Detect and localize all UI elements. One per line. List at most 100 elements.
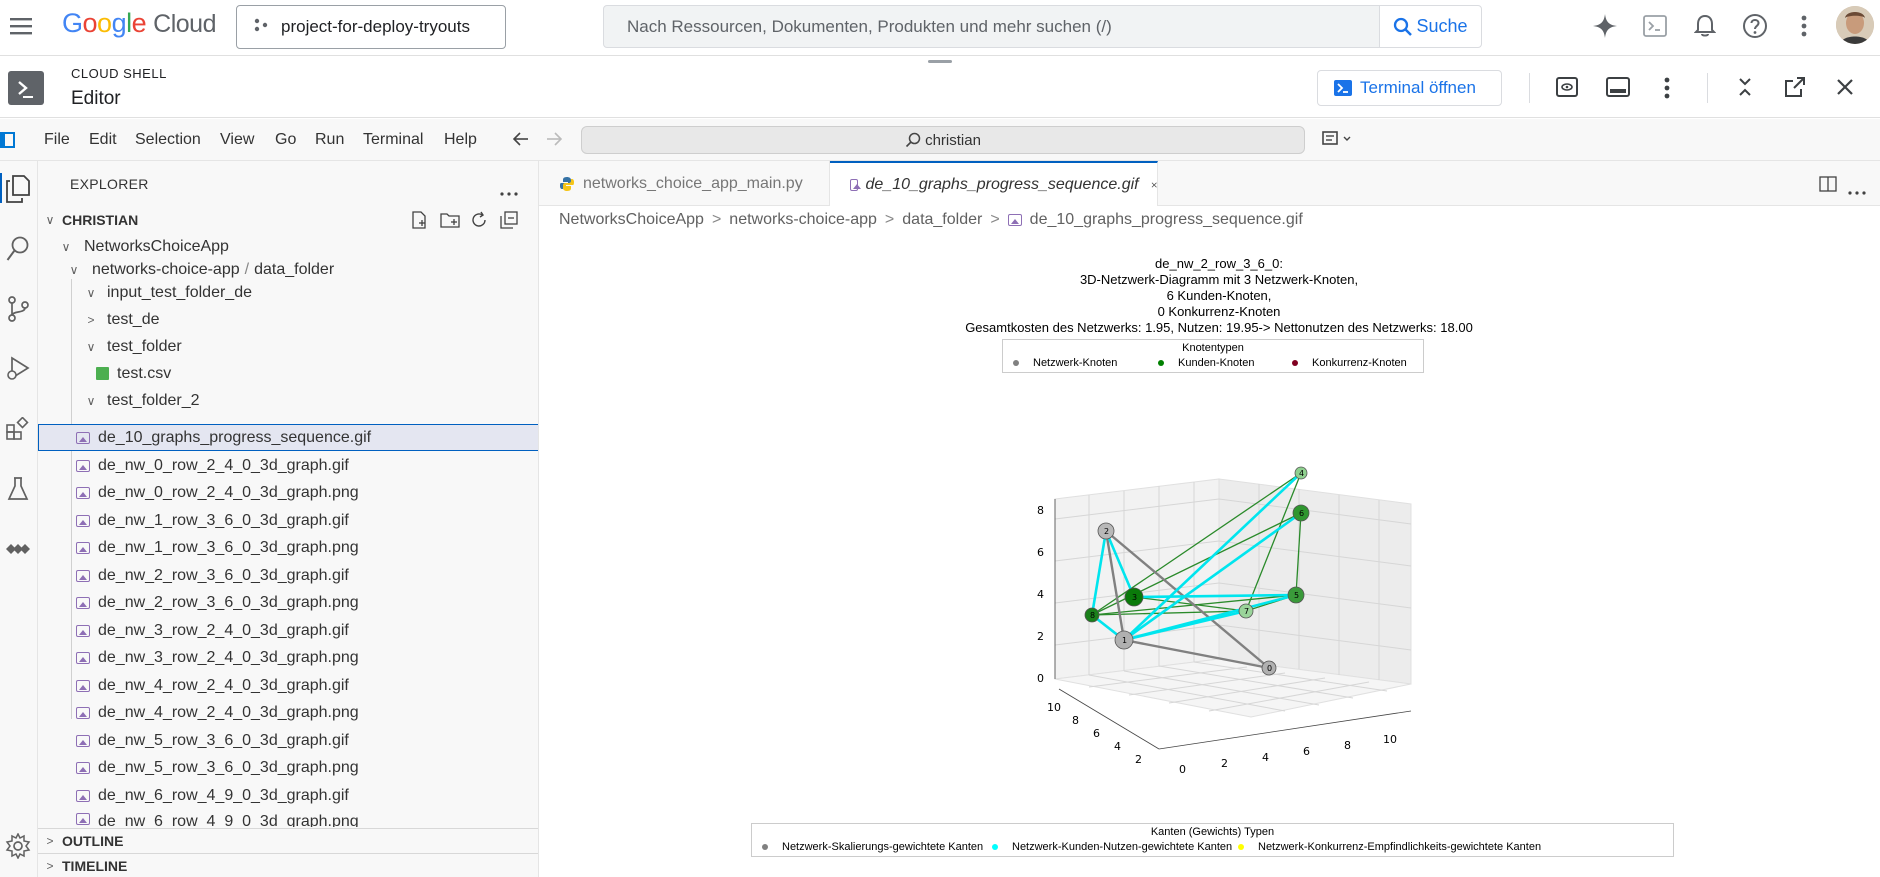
layout-icon[interactable]	[1606, 77, 1630, 102]
menu-selection[interactable]: Selection	[135, 131, 201, 149]
folder-test-folder[interactable]: ∨ test_folder	[38, 333, 538, 360]
file-row[interactable]: de_nw_1_row_3_6_0_3d_graph.png	[38, 534, 538, 561]
divider	[1529, 73, 1530, 103]
menu-go[interactable]: Go	[275, 131, 296, 149]
file-row[interactable]: de_nw_6_row_4_9_0_3d_graph.gif	[38, 782, 538, 809]
breadcrumb-item[interactable]: data_folder	[902, 211, 982, 229]
folder-test-de[interactable]: > test_de	[38, 306, 538, 333]
notifications-icon[interactable]	[1691, 12, 1719, 40]
outline-section[interactable]: > OUTLINE	[38, 829, 538, 853]
legend-marker	[1238, 844, 1244, 850]
menu-terminal[interactable]: Terminal	[363, 131, 423, 149]
copilot-icon[interactable]	[1322, 130, 1356, 153]
editor-more-icon[interactable]	[1848, 182, 1866, 200]
source-control-icon[interactable]	[3, 294, 33, 324]
breadcrumb-item[interactable]: NetworksChoiceApp	[559, 211, 704, 229]
user-avatar[interactable]	[1836, 6, 1874, 44]
python-file-icon	[560, 176, 574, 191]
file-label: de_10_graphs_progress_sequence.gif	[98, 428, 372, 446]
tab-networks-choice-app-main-py[interactable]: networks_choice_app_main.py	[539, 161, 830, 206]
file-row[interactable]: de_nw_2_row_3_6_0_3d_graph.png	[38, 589, 538, 616]
plot-title-line: 6 Kunden-Knoten,	[1166, 288, 1272, 303]
chevron-right-icon: >	[46, 858, 54, 873]
search-view-icon[interactable]	[3, 234, 33, 264]
refresh-icon[interactable]	[470, 211, 488, 234]
web-preview-icon[interactable]	[1556, 77, 1578, 102]
file-de-10-graphs-progress-sequence-gif[interactable]: de_10_graphs_progress_sequence.gif	[38, 424, 538, 451]
folder-input-test-folder-de[interactable]: ∨ input_test_folder_de	[38, 279, 538, 306]
forward-arrow-icon[interactable]	[546, 132, 563, 151]
file-test-csv[interactable]: test.csv	[38, 360, 538, 387]
file-row[interactable]: de_nw_5_row_3_6_0_3d_graph.png	[38, 754, 538, 781]
timeline-section[interactable]: > TIMELINE	[38, 854, 538, 877]
file-row[interactable]: de_nw_6_row_4_9_0_3d_graph.png	[38, 809, 538, 827]
activity-bar	[0, 161, 38, 877]
cloud-shell-terminal-icon	[8, 71, 44, 105]
file-row[interactable]: de_nw_0_row_2_4_0_3d_graph.png	[38, 479, 538, 506]
file-row[interactable]: de_nw_4_row_2_4_0_3d_graph.gif	[38, 672, 538, 699]
main-menu-icon[interactable]	[8, 13, 34, 39]
file-row[interactable]: de_nw_2_row_3_6_0_3d_graph.gif	[38, 562, 538, 589]
help-icon[interactable]	[1741, 12, 1769, 40]
file-row[interactable]: de_nw_0_row_2_4_0_3d_graph.gif	[38, 452, 538, 479]
file-row[interactable]: de_nw_3_row_2_4_0_3d_graph.gif	[38, 617, 538, 644]
command-center-search[interactable]: christian	[581, 126, 1305, 154]
project-picker-button[interactable]: project-for-deploy-tryouts	[236, 5, 506, 49]
new-file-icon[interactable]	[410, 211, 428, 234]
split-editor-icon[interactable]	[1819, 175, 1837, 198]
project-name: project-for-deploy-tryouts	[281, 17, 470, 36]
google-cloud-logo[interactable]: Google Cloud	[62, 8, 216, 39]
image-file-icon	[76, 459, 90, 472]
plot-title-line: 3D-Netzwerk-Diagramm mit 3 Netzwerk-Knot…	[1079, 272, 1359, 287]
gemini-sparkle-icon[interactable]	[1591, 12, 1619, 40]
legend-label: Konkurrenz-Knoten	[1312, 357, 1407, 369]
file-row[interactable]: de_nw_3_row_2_4_0_3d_graph.png	[38, 644, 538, 671]
csv-file-icon	[96, 367, 109, 380]
folder-test-folder-2[interactable]: ∨ test_folder_2	[38, 387, 538, 414]
y-tick-label: 2	[1135, 753, 1142, 766]
app-menu-icon[interactable]	[0, 131, 18, 149]
explorer-more-icon[interactable]	[500, 183, 518, 201]
search-button[interactable]: Suche	[1379, 5, 1482, 48]
y-tick-label: 6	[1093, 727, 1100, 740]
workspace-root-label: CHRISTIAN	[62, 211, 139, 228]
cloud-code-icon[interactable]	[3, 534, 33, 564]
file-row[interactable]: de_nw_4_row_2_4_0_3d_graph.png	[38, 699, 538, 726]
breadcrumb-item[interactable]: de_10_graphs_progress_sequence.gif	[1030, 211, 1303, 229]
explorer-files-icon[interactable]	[3, 174, 33, 204]
search-input[interactable]: Nach Ressourcen, Dokumenten, Produkten u…	[603, 5, 1383, 48]
folder-label: test_folder_2	[107, 391, 200, 409]
testing-flask-icon[interactable]	[3, 474, 33, 504]
folder-label: networks-choice-app	[92, 260, 240, 278]
legend-title: Kanten (Gewichts) Typen	[1150, 826, 1275, 838]
workspace-root-row[interactable]: ∨ CHRISTIAN	[38, 206, 538, 233]
cloud-shell-icon[interactable]	[1641, 12, 1669, 40]
run-debug-icon[interactable]	[3, 354, 33, 384]
breadcrumb-item[interactable]: networks-choice-app	[729, 211, 877, 229]
open-new-window-icon[interactable]	[1785, 77, 1805, 102]
menu-view[interactable]: View	[220, 131, 254, 149]
open-terminal-button[interactable]: Terminal öffnen	[1317, 70, 1502, 106]
legend-entry: Konkurrenz-Knoten	[1292, 357, 1407, 369]
settings-gear-icon[interactable]	[3, 831, 33, 861]
minimize-icon[interactable]	[1735, 77, 1755, 102]
menu-run[interactable]: Run	[315, 131, 344, 149]
z-tick-label: 0	[1037, 672, 1044, 685]
folder-label: input_test_folder_de	[107, 283, 252, 301]
drag-handle[interactable]	[928, 60, 952, 63]
file-row[interactable]: de_nw_5_row_3_6_0_3d_graph.gif	[38, 727, 538, 754]
close-tab-icon[interactable]	[1151, 178, 1157, 192]
more-options-icon[interactable]	[1790, 12, 1818, 40]
extensions-icon[interactable]	[3, 414, 33, 444]
tab-de-10-graphs-progress-sequence-gif[interactable]: de_10_graphs_progress_sequence.gif	[830, 161, 1158, 206]
back-arrow-icon[interactable]	[512, 132, 529, 151]
plot-title-line: Gesamtkosten des Netzwerks: 1.95, Nutzen…	[965, 320, 1473, 335]
close-shell-icon[interactable]	[1836, 78, 1854, 101]
menu-edit[interactable]: Edit	[89, 131, 117, 149]
new-folder-icon[interactable]	[440, 211, 460, 234]
file-row[interactable]: de_nw_1_row_3_6_0_3d_graph.gif	[38, 507, 538, 534]
shell-more-icon[interactable]	[1664, 77, 1670, 104]
menu-help[interactable]: Help	[444, 131, 477, 149]
menu-file[interactable]: File	[44, 131, 70, 149]
collapse-all-icon[interactable]	[500, 211, 518, 234]
